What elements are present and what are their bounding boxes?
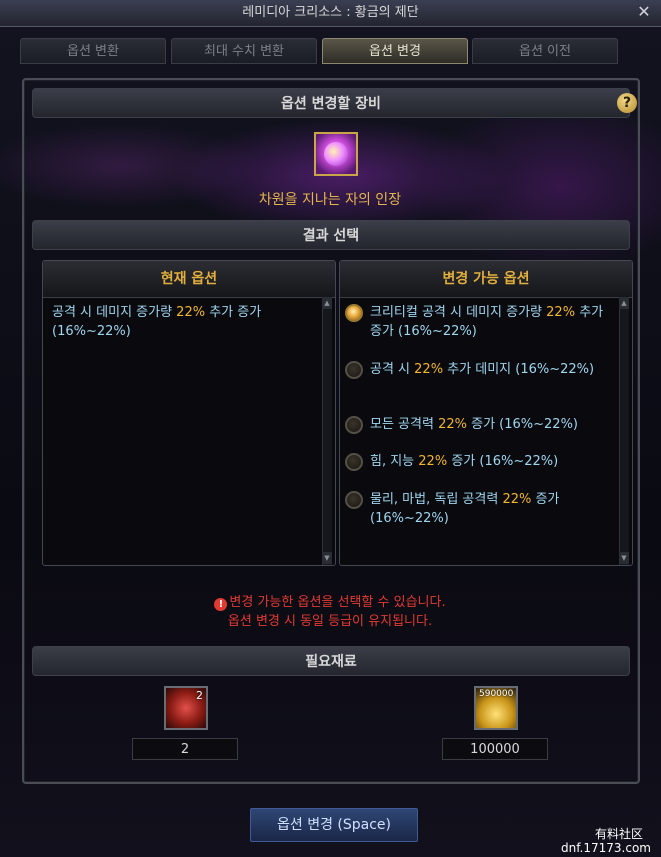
- material-count-badge-2: 590000: [479, 689, 514, 699]
- current-scroll-down-icon[interactable]: ▼: [322, 552, 332, 564]
- window-title: 레미디아 크리소스 : 황금의 제단: [242, 5, 419, 20]
- option-radio-2[interactable]: [345, 361, 363, 379]
- current-option-text-part: 공격 시 데미지 증가량: [52, 305, 177, 320]
- current-scroll-up-icon[interactable]: ▲: [322, 297, 332, 309]
- option-value: 22%: [438, 417, 467, 432]
- option-text-part: 증가 (16%~22%): [447, 454, 559, 469]
- option-text-1[interactable]: 크리티컬 공격 시 데미지 증가량 22% 추가 증가 (16%~22%): [370, 303, 610, 341]
- close-button[interactable]: ✕: [635, 3, 653, 21]
- materials-header: 필요재료: [32, 646, 630, 676]
- equipment-slot[interactable]: [314, 132, 358, 176]
- option-text-part: 크리티컬 공격 시 데미지 증가량: [370, 305, 547, 320]
- warning-icon: !: [214, 598, 228, 611]
- notice-line-1: ! 변경 가능한 옵션을 선택할 수 있습니다.: [120, 593, 540, 612]
- option-text-3[interactable]: 모든 공격력 22% 증가 (16%~22%): [370, 415, 610, 434]
- material-count-badge-1: 2: [196, 689, 203, 702]
- current-option-value: 22%: [176, 305, 206, 320]
- option-radio-3[interactable]: [345, 416, 363, 434]
- changeable-option-header: 변경 가능 옵션: [340, 261, 632, 298]
- option-radio-1[interactable]: [345, 304, 363, 322]
- option-value: 22%: [502, 492, 532, 507]
- notice-text-1: 변경 가능한 옵션을 선택할 수 있습니다.: [229, 595, 446, 610]
- current-option-text: 공격 시 데미지 증가량 22% 추가 증가 (16%~22%): [52, 303, 314, 341]
- watermark-line-1: 有料社区: [594, 827, 643, 841]
- equipment-header: 옵션 변경할 장비: [32, 88, 630, 118]
- current-scrollbar[interactable]: [322, 297, 332, 565]
- option-value: 22%: [414, 362, 444, 377]
- option-text-5[interactable]: 물리, 마법, 독립 공격력 22% 증가 (16%~22%): [370, 490, 610, 528]
- watermark-line-2: dnf.17173.com: [560, 841, 651, 855]
- material-qty-2: 100000: [442, 738, 548, 760]
- option-change-button[interactable]: 옵션 변경 (Space): [250, 808, 418, 842]
- option-radio-5[interactable]: [345, 491, 363, 509]
- tab-option-transfer[interactable]: 옵션 이전: [472, 38, 618, 64]
- tab-max-value-convert[interactable]: 최대 수치 변환: [171, 38, 317, 64]
- changeable-scroll-up-icon[interactable]: ▲: [619, 297, 629, 309]
- option-value: 22%: [546, 305, 576, 320]
- result-header: 결과 선택: [32, 220, 630, 250]
- option-text-part: 증가 (16%~22%): [466, 417, 578, 432]
- red-crystal-icon[interactable]: 2: [164, 686, 208, 730]
- help-icon[interactable]: ?: [617, 93, 637, 113]
- option-text-2[interactable]: 공격 시 22% 추가 데미지 (16%~22%): [370, 360, 610, 379]
- option-value: 22%: [418, 454, 448, 469]
- equipment-name: 차원을 지나는 자의 인장: [258, 192, 402, 208]
- option-text-part: 힘, 지능: [370, 454, 419, 469]
- option-text-part: 공격 시: [370, 362, 415, 377]
- changeable-scroll-down-icon[interactable]: ▼: [619, 552, 629, 564]
- changeable-scrollbar[interactable]: [619, 297, 629, 565]
- seal-item-icon: [324, 142, 348, 166]
- option-radio-4[interactable]: [345, 453, 363, 471]
- option-text-4[interactable]: 힘, 지능 22% 증가 (16%~22%): [370, 452, 610, 471]
- current-option-header: 현재 옵션: [43, 261, 335, 298]
- option-text-part: 추가 데미지 (16%~22%): [443, 362, 595, 377]
- material-qty-1: 2: [132, 738, 238, 760]
- tab-option-convert[interactable]: 옵션 변환: [20, 38, 166, 64]
- notice-line-2: 옵션 변경 시 동일 등급이 유지됩니다.: [227, 614, 433, 629]
- option-text-part: 모든 공격력: [370, 417, 439, 432]
- gold-coins-icon[interactable]: 590000: [474, 686, 518, 730]
- tab-option-change[interactable]: 옵션 변경: [322, 38, 468, 64]
- option-text-part: 물리, 마법, 독립 공격력: [370, 492, 503, 507]
